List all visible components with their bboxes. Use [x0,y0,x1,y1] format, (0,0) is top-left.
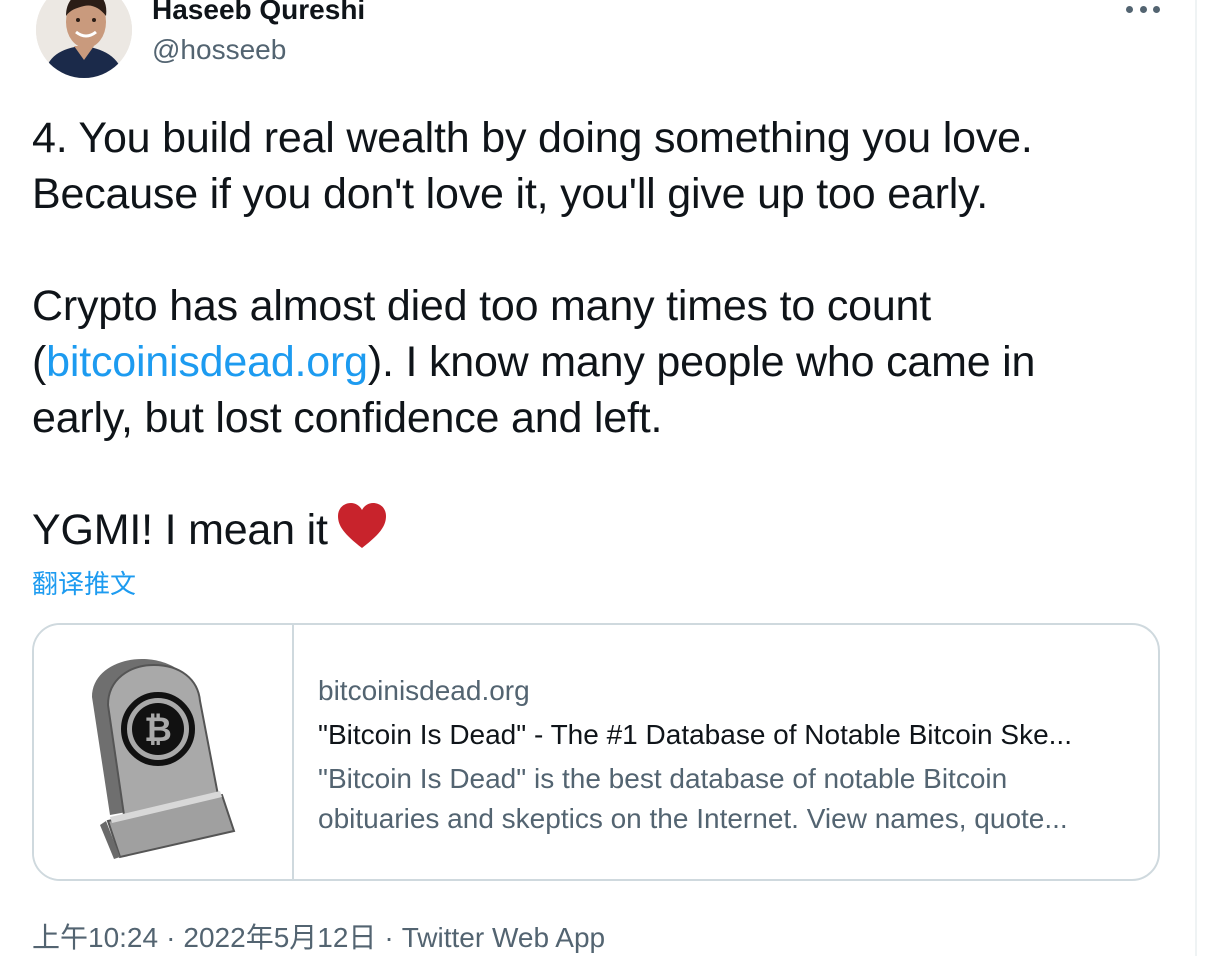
tweet-line: (bitcoinisdead.org). I know many people … [32,334,1172,390]
card-image: ₿ [34,625,294,879]
author-handle[interactable]: @hosseeb [152,34,286,66]
tweet-line-rest: ). I know many people who came in [367,338,1036,386]
tweet-page: Haseeb Qureshi @hosseeb 4. You build rea… [0,0,1228,956]
card-title: "Bitcoin Is Dead" - The #1 Database of N… [318,719,1072,750]
card-description-line: "Bitcoin Is Dead" is the best database o… [318,763,1008,794]
tweet-metadata: 上午10:24 · 2022年5月12日 · Twitter Web App [32,916,605,956]
tweet-source[interactable]: Twitter Web App [402,922,605,953]
more-options-icon[interactable] [1126,0,1160,18]
heart-icon [336,502,388,564]
tweet-line: early, but lost confidence and left. [32,394,663,442]
tweet-date[interactable]: 2022年5月12日 [183,922,376,953]
svg-text:₿: ₿ [144,710,172,750]
card-domain: bitcoinisdead.org [318,675,530,706]
card-body: bitcoinisdead.org "Bitcoin Is Dead" - Th… [318,673,1138,839]
author-name[interactable]: Haseeb Qureshi [152,0,365,26]
ygmi-text: YGMI! I mean it [32,506,328,554]
meta-separator: · [384,922,394,953]
bitcoin-tombstone-icon: ₿ [92,659,236,859]
avatar-photo [36,0,132,78]
link-preview-card[interactable]: ₿ bitcoinisdead.org "Bitcoin Is Dead" - … [32,623,1160,881]
paren-open: ( [32,338,47,386]
card-description-line: obituaries and skeptics on the Internet.… [318,803,1068,834]
tweet-line: Crypto has almost died too many times to… [32,282,932,330]
card-description: "Bitcoin Is Dead" is the best database o… [318,759,1130,839]
timeline-border [1195,0,1197,956]
tweet-line: Because if you don't love it, you'll giv… [32,170,988,218]
tweet-line: YGMI! I mean it [32,502,1172,564]
tweet-text: 4. You build real wealth by doing someth… [32,110,1172,564]
more-dot [1126,5,1133,13]
more-dot [1153,5,1160,13]
more-dot [1139,5,1147,13]
tweet-line: 4. You build real wealth by doing someth… [32,114,1033,162]
bitcoinisdead-link[interactable]: bitcoinisdead.org [46,338,368,386]
translate-tweet-link[interactable]: 翻译推文 [32,564,136,601]
avatar[interactable] [36,0,132,78]
meta-separator: · [166,922,176,953]
tweet-time[interactable]: 上午10:24 [32,922,158,953]
